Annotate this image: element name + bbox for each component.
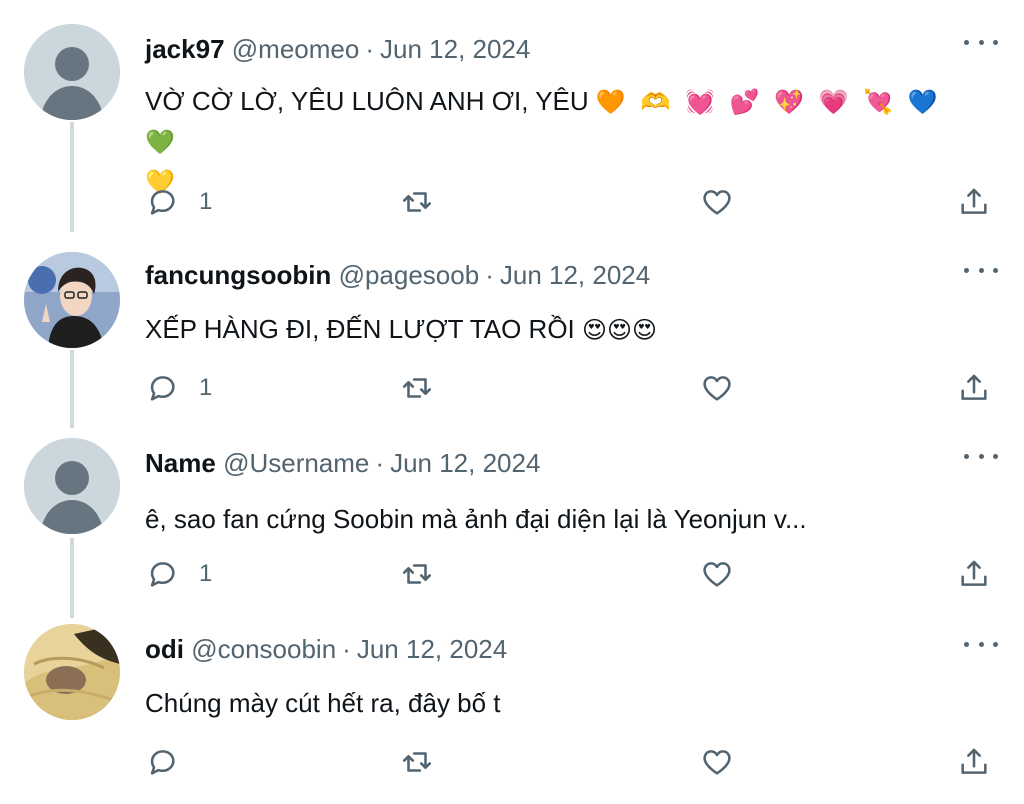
reply-count: 1	[199, 560, 213, 587]
display-name[interactable]: odi	[145, 634, 184, 664]
tweet-actions: 1	[145, 368, 995, 408]
tweet-1[interactable]: jack97 @meomeo · Jun 12, 2024 VỜ CỜ LỜ, YÊ…	[0, 0, 1024, 232]
tweet-header: odi @consoobin · Jun 12, 2024	[145, 634, 507, 664]
reply-button[interactable]: 1	[145, 182, 212, 222]
reply-button[interactable]: 1	[145, 368, 212, 408]
tweet-header: fancungsoobin @pagesoob · Jun 12, 2024	[145, 260, 650, 290]
tweet-date[interactable]: Jun 12, 2024	[390, 448, 540, 478]
tweet-text-body: XẾP HÀNG ĐI, ĐẾN LƯỢT TAO RỒI	[145, 314, 575, 344]
avatar[interactable]	[24, 624, 120, 720]
tweet-4[interactable]: odi @consoobin · Jun 12, 2024 Chúng mày cú…	[0, 618, 1024, 804]
reply-count: 1	[199, 374, 213, 401]
tweet-text-body: Chúng mày cút hết ra, đây bố t	[145, 688, 501, 718]
like-icon	[703, 376, 731, 401]
reply-icon	[150, 376, 175, 401]
default-avatar-icon	[24, 24, 120, 120]
share-button[interactable]	[957, 554, 991, 594]
separator-dot: ·	[342, 634, 351, 664]
profile-photo	[24, 624, 120, 720]
more-icon[interactable]	[964, 258, 998, 282]
share-icon	[961, 748, 987, 774]
share-icon	[961, 560, 987, 586]
profile-photo	[24, 252, 120, 348]
reply-count: 1	[199, 188, 213, 215]
tweet-header: jack97 @meomeo · Jun 12, 2024	[145, 34, 530, 64]
thread-line	[70, 538, 74, 618]
tweet-actions: 1	[145, 554, 995, 594]
reply-button[interactable]: 1	[145, 554, 212, 594]
tweet-date[interactable]: Jun 12, 2024	[380, 34, 530, 64]
username[interactable]: @meomeo	[232, 34, 360, 64]
tweet-header: Name @Username · Jun 12, 2024	[145, 448, 540, 478]
tweet-2[interactable]: fancungsoobin @pagesoob · Jun 12, 2024 XẾP…	[0, 232, 1024, 428]
like-icon	[703, 190, 731, 215]
avatar[interactable]	[24, 24, 120, 120]
tweet-date[interactable]: Jun 12, 2024	[500, 260, 650, 290]
tweet-date[interactable]: Jun 12, 2024	[357, 634, 507, 664]
tweet-actions: 1	[145, 182, 995, 222]
more-icon[interactable]	[964, 632, 998, 656]
like-icon	[703, 562, 731, 587]
retweet-icon	[402, 752, 432, 772]
default-avatar-icon	[24, 438, 120, 534]
retweet-button[interactable]	[400, 368, 434, 408]
like-button[interactable]	[700, 182, 734, 222]
display-name[interactable]: fancungsoobin	[145, 260, 331, 290]
retweet-button[interactable]	[400, 182, 434, 222]
avatar[interactable]	[24, 438, 120, 534]
username[interactable]: @Username	[223, 448, 369, 478]
thread-line	[70, 122, 74, 232]
share-button[interactable]	[957, 368, 991, 408]
reply-icon	[150, 750, 175, 775]
separator-dot: ·	[485, 260, 494, 290]
like-button[interactable]	[700, 742, 734, 782]
retweet-icon	[402, 378, 432, 398]
tweet-text: Chúng mày cút hết ra, đây bố t	[145, 684, 985, 722]
retweet-icon	[402, 564, 432, 584]
share-icon	[961, 374, 987, 400]
share-button[interactable]	[957, 742, 991, 782]
like-icon	[703, 750, 731, 775]
tweet-actions	[145, 742, 995, 782]
avatar[interactable]	[24, 252, 120, 348]
thread-line	[70, 350, 74, 428]
display-name[interactable]: jack97	[145, 34, 225, 64]
share-button[interactable]	[957, 182, 991, 222]
username[interactable]: @consoobin	[191, 634, 336, 664]
tweet-text: XẾP HÀNG ĐI, ĐẾN LƯỢT TAO RỒI 😍😍😍	[145, 310, 985, 350]
tweet-3[interactable]: Name @Username · Jun 12, 2024 ê, sao fan c…	[0, 428, 1024, 618]
like-button[interactable]	[700, 368, 734, 408]
separator-dot: ·	[375, 448, 385, 478]
tweet-text-body: VỜ CỜ LỜ, YÊU LUÔN ANH ƠI, YÊU	[145, 86, 589, 116]
retweet-button[interactable]	[400, 742, 434, 782]
display-name[interactable]: Name	[145, 448, 216, 478]
username[interactable]: @pagesoob	[339, 260, 480, 290]
separator-dot: ·	[365, 34, 374, 64]
reply-icon	[150, 562, 175, 587]
more-icon[interactable]	[964, 30, 998, 54]
like-button[interactable]	[700, 554, 734, 594]
retweet-icon	[402, 192, 432, 212]
reply-button[interactable]	[145, 742, 199, 782]
share-icon	[961, 188, 987, 214]
retweet-button[interactable]	[400, 554, 434, 594]
tweet-emojis: 😍😍😍	[582, 317, 658, 344]
tweet-text-body: ê, sao fan cứng Soobin mà ảnh đại diện l…	[145, 504, 807, 534]
reply-icon	[150, 190, 175, 215]
tweet-text: ê, sao fan cứng Soobin mà ảnh đại diện l…	[145, 500, 985, 538]
more-icon[interactable]	[964, 444, 998, 468]
